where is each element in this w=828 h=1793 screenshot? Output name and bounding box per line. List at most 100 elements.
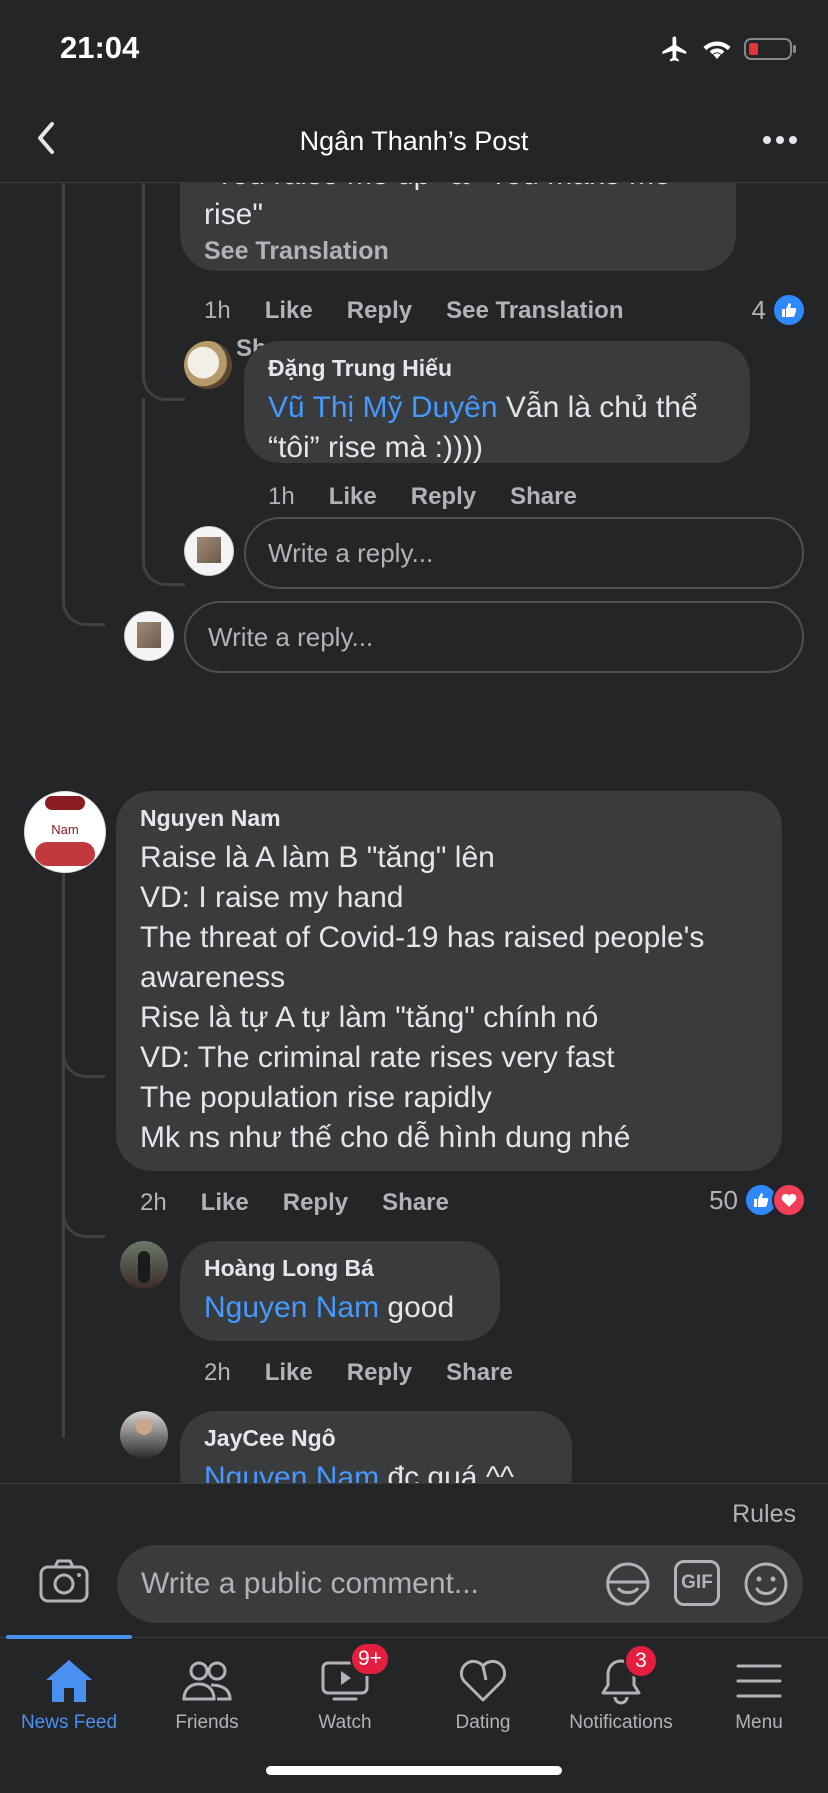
thread-curve	[62, 563, 105, 626]
reaction-number: 4	[751, 294, 766, 325]
tab-friends[interactable]: Friends	[138, 1650, 276, 1734]
love-reaction-icon	[772, 1183, 806, 1217]
see-translation-link[interactable]: See Translation	[204, 237, 712, 266]
reaction-count[interactable]: 4	[752, 293, 806, 327]
comment-text-part: “tôi” rise mà :))))	[268, 431, 483, 464]
write-reply-input[interactable]: Write a reply...	[184, 601, 804, 673]
share-button[interactable]: Share	[382, 1189, 449, 1217]
thread-curve	[142, 353, 185, 401]
share-button[interactable]: Share	[510, 483, 577, 511]
comment-line: Raise là A làm B "tăng" lên	[140, 841, 495, 874]
comment-time: 2h	[204, 1359, 231, 1386]
friends-icon	[182, 1661, 232, 1701]
like-button[interactable]: Like	[265, 297, 313, 325]
comment-text-part: Vẫn là chủ thể	[497, 391, 698, 424]
tab-dating[interactable]: Dating	[414, 1650, 552, 1734]
dating-icon	[459, 1659, 507, 1702]
more-icon	[763, 136, 797, 144]
thread-curve	[62, 1193, 105, 1238]
tab-label: Dating	[455, 1712, 511, 1733]
comment-line: awareness	[140, 961, 286, 994]
comment-author[interactable]: Đặng Trung Hiếu	[268, 355, 726, 382]
comment-line: Mk ns như thế cho dễ hình dung nhé	[140, 1121, 631, 1154]
emoji-icon[interactable]	[742, 1560, 790, 1608]
notifications-badge: 3	[624, 1644, 658, 1678]
write-reply-input[interactable]: Write a reply...	[244, 517, 804, 589]
comment-time: 1h	[268, 483, 295, 510]
gif-button[interactable]: GIF	[674, 1560, 720, 1606]
comment-text: Nguyen Nam good	[204, 1288, 476, 1328]
avatar[interactable]: Nam	[24, 791, 106, 873]
comment-text: Nguyen Nam đc quá ^^	[204, 1458, 548, 1483]
reply-button[interactable]: Reply	[411, 483, 476, 511]
thread-line	[142, 398, 145, 558]
comment-actions: 2h Like Reply Share	[204, 1359, 513, 1387]
avatar-figure	[138, 1251, 150, 1283]
gif-label: GIF	[681, 1572, 713, 1593]
comments-feed[interactable]: "You raise me up" & "You make me rise" S…	[0, 183, 828, 1483]
status-icons	[660, 34, 798, 64]
comment-time: 2h	[140, 1189, 167, 1216]
comment-actions: 2h Like Reply Share	[140, 1189, 449, 1217]
comment-bubble[interactable]: Nguyen Nam Raise là A làm B "tăng" lên V…	[116, 791, 782, 1171]
avatar-label: Nam	[51, 822, 79, 837]
comment-text: rise"	[204, 198, 263, 231]
thread-line	[142, 183, 145, 353]
user-avatar	[124, 611, 174, 661]
thread-curve	[62, 1033, 105, 1078]
page-title: Ngân Thanh’s Post	[299, 126, 529, 156]
tab-label: Friends	[175, 1712, 239, 1733]
tab-label: News Feed	[20, 1712, 118, 1733]
mention-link[interactable]: Nguyen Nam	[204, 1461, 379, 1483]
camera-button[interactable]	[38, 1558, 90, 1609]
avatar-image	[197, 537, 221, 563]
mention-link[interactable]: Nguyen Nam	[204, 1291, 379, 1324]
comment-line: The threat of Covid-19 has raised people…	[140, 921, 705, 954]
tab-news-feed[interactable]: News Feed	[0, 1650, 138, 1734]
comment-bubble[interactable]: "You raise me up" & "You make me rise" S…	[180, 183, 736, 271]
like-button[interactable]: Like	[201, 1189, 249, 1217]
comment-text: "You raise me up" & "You make me	[204, 183, 712, 195]
comment-bubble[interactable]: Đặng Trung Hiếu Vũ Thị Mỹ Duyên Vẫn là c…	[244, 341, 750, 464]
comment-text-part: good	[379, 1291, 455, 1324]
rules-link[interactable]: Rules	[732, 1500, 796, 1529]
avatar[interactable]	[184, 341, 232, 389]
battery-icon	[744, 38, 796, 60]
tab-menu[interactable]: Menu	[690, 1650, 828, 1734]
composer-icons: GIF	[604, 1560, 790, 1608]
see-translation-button[interactable]: See Translation	[446, 297, 623, 325]
share-button[interactable]: Share	[446, 1359, 513, 1387]
tab-label: Notifications	[569, 1712, 673, 1733]
comment-bubble[interactable]: JayCee Ngô Nguyen Nam đc quá ^^	[180, 1411, 572, 1483]
comment-line: VD: The criminal rate rises very fast	[140, 1041, 615, 1074]
comment-line: The population rise rapidly	[140, 1081, 492, 1114]
reaction-count[interactable]: 50	[709, 1183, 806, 1217]
wifi-icon	[703, 41, 731, 59]
comment-line: Rise là tự A tự làm "tăng" chính nó	[140, 1001, 599, 1034]
comment-bubble[interactable]: Hoàng Long Bá Nguyen Nam good	[180, 1241, 500, 1341]
comment-author[interactable]: Hoàng Long Bá	[204, 1255, 476, 1282]
comment-line: VD: I raise my hand	[140, 881, 404, 914]
reply-button[interactable]: Reply	[283, 1189, 348, 1217]
tab-label: Menu	[735, 1712, 783, 1733]
avatar[interactable]	[120, 1241, 168, 1289]
tab-watch[interactable]: Watch	[276, 1650, 414, 1734]
avatar[interactable]	[120, 1411, 168, 1459]
reply-button[interactable]: Reply	[347, 1359, 412, 1387]
reply-button[interactable]: Reply	[347, 297, 412, 325]
menu-icon	[736, 1664, 782, 1698]
sticker-icon[interactable]	[604, 1560, 652, 1608]
mention-link[interactable]: Vũ Thị Mỹ Duyên	[268, 391, 498, 424]
tab-notifications[interactable]: Notifications	[552, 1650, 690, 1734]
thread-line	[62, 873, 65, 1438]
home-indicator	[266, 1766, 562, 1775]
comment-text-part: đc quá ^^	[379, 1461, 514, 1483]
comment-author[interactable]: Nguyen Nam	[140, 805, 758, 832]
comment-author[interactable]: JayCee Ngô	[204, 1425, 548, 1452]
more-options-button[interactable]	[762, 130, 798, 155]
like-button[interactable]: Like	[329, 483, 377, 511]
like-button[interactable]: Like	[265, 1359, 313, 1387]
comment-time: 1h	[204, 297, 231, 324]
airplane-icon	[662, 36, 687, 62]
comment-text: Vũ Thị Mỹ Duyên Vẫn là chủ thể “tôi” rise…	[268, 388, 726, 468]
